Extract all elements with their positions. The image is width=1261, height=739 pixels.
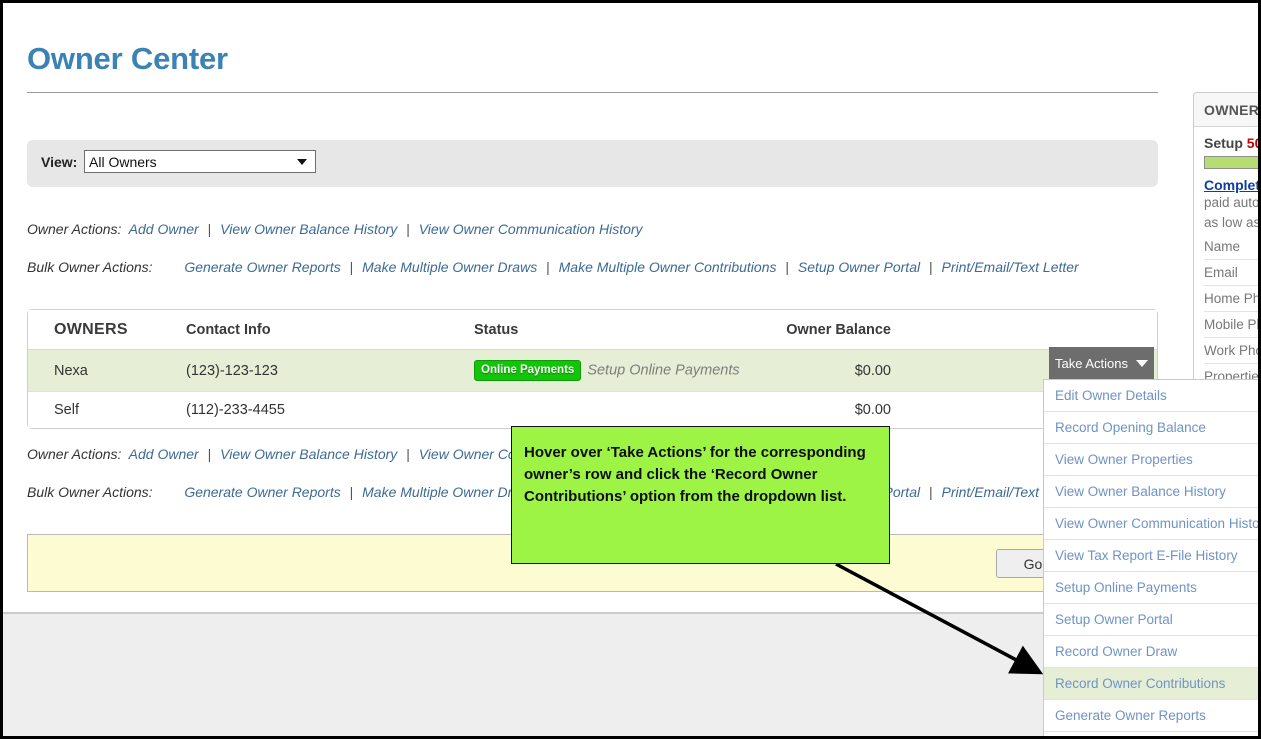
menu-item-view-owner-balance-history[interactable]: View Owner Balance History xyxy=(1044,476,1261,508)
table-header-row: OWNERS Contact Info Status Owner Balance xyxy=(28,310,1157,350)
page-title: Owner Center xyxy=(27,41,228,77)
menu-item-view-tax-report-efile-history[interactable]: View Tax Report E-File History xyxy=(1044,540,1261,572)
menu-item-edit-owner-details[interactable]: Edit Owner Details xyxy=(1044,380,1261,412)
column-header-actions xyxy=(1039,310,1157,350)
view-filter-bar: View: All Owners xyxy=(27,140,1158,187)
take-actions-label: Take Actions xyxy=(1055,356,1128,371)
setup-percent: 50% xyxy=(1247,135,1261,151)
menu-item-print-email-text-letter[interactable]: Print/Email/Text Letter xyxy=(1044,732,1261,739)
link-separator: | xyxy=(924,484,938,500)
panel-subtext-line-2: as low as xyxy=(1204,213,1261,233)
link-separator: | xyxy=(541,259,555,275)
take-actions-dropdown: Edit Owner Details Record Opening Balanc… xyxy=(1043,379,1261,739)
setup-progress-label: Setup 50% xyxy=(1204,135,1261,151)
setup-word: Setup xyxy=(1204,135,1243,151)
menu-item-generate-owner-reports[interactable]: Generate Owner Reports xyxy=(1044,700,1261,732)
cell-status xyxy=(474,392,759,429)
cell-owner-name: Nexa xyxy=(28,350,186,392)
menu-item-record-owner-draw[interactable]: Record Owner Draw xyxy=(1044,636,1261,668)
link-make-multiple-owner-draws[interactable]: Make Multiple Owner Draws xyxy=(362,259,537,275)
menu-item-setup-owner-portal[interactable]: Setup Owner Portal xyxy=(1044,604,1261,636)
link-separator: | xyxy=(345,484,359,500)
link-setup-online-payments[interactable]: Setup Online Payments xyxy=(587,363,739,379)
cell-owner-name: Self xyxy=(28,392,186,429)
owner-actions-label: Owner Actions: xyxy=(27,446,121,462)
setup-progress-bar xyxy=(1204,156,1261,169)
field-home-phone: Home Pho xyxy=(1204,285,1261,311)
cell-owner-balance: $0.00 xyxy=(759,392,1039,429)
page-footer-area xyxy=(3,612,1186,739)
column-header-contact-info: Contact Info xyxy=(186,310,474,350)
title-divider xyxy=(27,92,1158,93)
view-select-wrapper[interactable]: All Owners xyxy=(84,150,316,173)
link-setup-owner-portal[interactable]: Setup Owner Portal xyxy=(798,259,920,275)
owner-details-header: OWNER D xyxy=(1194,93,1261,127)
link-add-owner[interactable]: Add Owner xyxy=(129,221,199,237)
menu-item-record-owner-contributions[interactable]: Record Owner Contributions xyxy=(1044,668,1261,700)
field-name: Name xyxy=(1204,234,1261,259)
link-generate-owner-reports[interactable]: Generate Owner Reports xyxy=(184,484,340,500)
owner-actions-row-top: Owner Actions: Add Owner | View Owner Ba… xyxy=(27,221,643,237)
link-separator: | xyxy=(401,221,415,237)
column-header-status: Status xyxy=(474,310,759,350)
status-badge-online-payments: Online Payments xyxy=(474,360,581,381)
link-view-owner-communication-history[interactable]: View Owner Communication History xyxy=(419,221,643,237)
link-separator: | xyxy=(203,446,217,462)
panel-subtext-line-1: paid auto xyxy=(1204,193,1261,213)
link-generate-owner-reports[interactable]: Generate Owner Reports xyxy=(184,259,340,275)
setup-progress-fill xyxy=(1205,157,1261,168)
cell-contact-info: (112)-233-4455 xyxy=(186,392,474,429)
instruction-callout-text: Hover over ‘Take Actions’ for the corres… xyxy=(524,442,873,507)
field-mobile-phone: Mobile Ph xyxy=(1204,311,1261,337)
menu-item-record-opening-balance[interactable]: Record Opening Balance xyxy=(1044,412,1261,444)
field-work-phone: Work Pho xyxy=(1204,337,1261,363)
link-separator: | xyxy=(345,259,359,275)
owner-actions-label: Owner Actions: xyxy=(27,221,121,237)
owner-details-body: Setup 50% Complete paid auto as low as N… xyxy=(1194,127,1261,389)
link-separator: | xyxy=(203,221,217,237)
menu-item-setup-online-payments[interactable]: Setup Online Payments xyxy=(1044,572,1261,604)
cell-owner-balance: $0.00 xyxy=(759,350,1039,392)
cell-status: Online Payments Setup Online Payments xyxy=(474,350,759,392)
column-header-owners: OWNERS xyxy=(28,310,186,350)
link-separator: | xyxy=(401,446,415,462)
link-complete-setup[interactable]: Complete xyxy=(1204,177,1261,193)
link-separator: | xyxy=(780,259,794,275)
view-label: View: xyxy=(41,154,77,170)
link-print-email-text-letter[interactable]: Print/Email/Text Letter xyxy=(942,259,1079,275)
owners-table: OWNERS Contact Info Status Owner Balance… xyxy=(27,309,1158,429)
owner-details-panel: OWNER D Setup 50% Complete paid auto as … xyxy=(1193,92,1261,390)
link-view-owner-balance-history[interactable]: View Owner Balance History xyxy=(220,446,397,462)
view-select[interactable]: All Owners xyxy=(84,150,316,173)
menu-item-view-owner-communication-history[interactable]: View Owner Communication History xyxy=(1044,508,1261,540)
link-add-owner[interactable]: Add Owner xyxy=(129,446,199,462)
owner-detail-fields: Name Email Home Pho Mobile Ph Work Pho P… xyxy=(1204,234,1261,389)
table-row[interactable]: Nexa (123)-123-123 Online Payments Setup … xyxy=(28,350,1157,392)
take-actions-button[interactable]: Take Actions xyxy=(1049,347,1154,379)
field-email: Email xyxy=(1204,259,1261,285)
link-view-owner-balance-history[interactable]: View Owner Balance History xyxy=(220,221,397,237)
table-row[interactable]: Self (112)-233-4455 $0.00 xyxy=(28,392,1157,429)
bulk-owner-actions-label: Bulk Owner Actions: xyxy=(27,259,153,275)
link-make-multiple-owner-contributions[interactable]: Make Multiple Owner Contributions xyxy=(559,259,777,275)
link-separator: | xyxy=(924,259,938,275)
menu-item-view-owner-properties[interactable]: View Owner Properties xyxy=(1044,444,1261,476)
cell-contact-info: (123)-123-123 xyxy=(186,350,474,392)
app-window: Owner Center View: All Owners Owner Acti… xyxy=(0,0,1261,739)
bulk-owner-actions-label: Bulk Owner Actions: xyxy=(27,484,153,500)
instruction-callout: Hover over ‘Take Actions’ for the corres… xyxy=(511,426,890,564)
chevron-down-icon xyxy=(1136,360,1148,367)
column-header-owner-balance: Owner Balance xyxy=(759,310,1039,350)
bulk-owner-actions-row-top: Bulk Owner Actions: Generate Owner Repor… xyxy=(27,259,1079,275)
